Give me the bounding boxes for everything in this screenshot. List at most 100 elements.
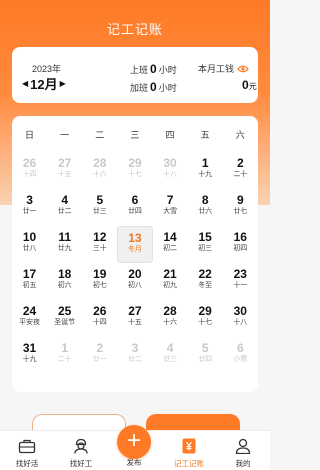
- lunar-label: 冬月: [127, 246, 142, 253]
- lunar-label: 十四: [22, 171, 37, 178]
- calendar-day[interactable]: 1 十九: [188, 152, 223, 189]
- calendar-day[interactable]: 24 平安夜: [12, 300, 47, 337]
- calendar-day[interactable]: 26 十四: [82, 300, 117, 337]
- calendar-day[interactable]: 18 初六: [47, 263, 82, 300]
- day-number: 12: [93, 230, 107, 244]
- calendar-grid: 26 十四 27 十五 28 十六 29 十七 30 十八 1 十九 2 二十 3 廿一 4 廿二 5 廿三 6 廿四 7 大…: [12, 152, 258, 374]
- tab-mine[interactable]: 我的: [216, 431, 270, 470]
- calendar-day[interactable]: 3 廿二: [117, 337, 152, 374]
- day-number: 25: [58, 304, 72, 318]
- calendar-day[interactable]: 16 初四: [223, 226, 258, 263]
- lunar-label: 初七: [92, 282, 107, 289]
- day-number: 6: [236, 341, 244, 355]
- day-number: 3: [26, 193, 33, 207]
- day-number: 23: [233, 267, 247, 281]
- calendar-day[interactable]: 27 十五: [47, 152, 82, 189]
- wage-label-row: 本月工钱: [198, 62, 249, 75]
- next-month-icon[interactable]: ▶: [60, 79, 66, 88]
- calendar-day[interactable]: 6 廿四: [117, 189, 152, 226]
- lunar-label: 十九: [198, 171, 213, 178]
- calendar-day[interactable]: 14 初二: [153, 226, 188, 263]
- calendar-day[interactable]: 2 廿一: [82, 337, 117, 374]
- weekday-label: 五: [200, 130, 210, 140]
- weekday-label: 一: [60, 130, 70, 140]
- calendar-day[interactable]: 25 圣诞节: [47, 300, 82, 337]
- lunar-label: 圣诞节: [54, 319, 76, 326]
- day-number: 16: [233, 230, 247, 244]
- day-number: 26: [93, 304, 107, 318]
- calendar-day[interactable]: 30 十八: [153, 152, 188, 189]
- month-selector[interactable]: ◀ 12月 ▶: [22, 74, 66, 93]
- day-number: 1: [201, 156, 209, 170]
- day-number: 4: [61, 193, 69, 207]
- calendar-day[interactable]: 28 十六: [153, 300, 188, 337]
- calendar-day[interactable]: 31 十九: [12, 337, 47, 374]
- lunar-label: 十五: [57, 171, 72, 178]
- calendar-day[interactable]: 10 廿八: [12, 226, 47, 263]
- calendar-day[interactable]: 22 冬至: [188, 263, 223, 300]
- calendar-day[interactable]: 8 廿六: [188, 189, 223, 226]
- calendar-week-row: 10 廿八 11 廿九 12 三十 13 冬月 14 初二 15 初三 16 初四: [12, 226, 258, 263]
- calendar-day[interactable]: 29 十七: [117, 152, 152, 189]
- calendar-day[interactable]: 28 十六: [82, 152, 117, 189]
- calendar-day[interactable]: 5 廿四: [188, 337, 223, 374]
- day-number: 3: [131, 341, 139, 355]
- calendar-day[interactable]: 4 廿三: [153, 337, 188, 374]
- calendar-day[interactable]: 29 十七: [188, 300, 223, 337]
- tab-find-worker-label: 找好工: [69, 459, 93, 468]
- calendar-day[interactable]: 12 三十: [82, 226, 117, 263]
- lunar-label: 二十: [233, 171, 248, 178]
- calendar-day[interactable]: 21 初九: [153, 263, 188, 300]
- lunar-label: 廿八: [22, 245, 37, 252]
- calendar-day[interactable]: 15 初三: [188, 226, 223, 263]
- lunar-label: 初三: [198, 245, 213, 252]
- lunar-label: 十六: [92, 171, 107, 178]
- publish-button[interactable]: +: [117, 425, 151, 459]
- lunar-label: 廿六: [198, 208, 213, 215]
- calendar-day[interactable]: 7 大雪: [153, 189, 188, 226]
- calendar-day[interactable]: 23 十一: [223, 263, 258, 300]
- overtime-hours-value: 0: [150, 80, 157, 94]
- weekday-label: 四: [165, 130, 175, 140]
- calendar-day[interactable]: 20 初八: [117, 263, 152, 300]
- day-number: 11: [58, 230, 72, 244]
- day-number: 24: [22, 304, 37, 318]
- calendar-day[interactable]: 17 初五: [12, 263, 47, 300]
- calendar-day[interactable]: 30 十八: [223, 300, 258, 337]
- lunar-label: 初九: [163, 282, 178, 289]
- calendar-day[interactable]: 5 廿三: [82, 189, 117, 226]
- calendar-day[interactable]: 4 廿二: [47, 189, 82, 226]
- day-number: 26: [22, 156, 37, 170]
- lunar-label: 十八: [163, 171, 178, 178]
- calendar-day[interactable]: 27 十五: [117, 300, 152, 337]
- calendar-day[interactable]: 26 十四: [12, 152, 47, 189]
- lunar-label: 初四: [233, 245, 248, 252]
- calendar-day[interactable]: 11 廿九: [47, 226, 82, 263]
- tab-find-work[interactable]: 找好活: [0, 431, 54, 470]
- calendar-day[interactable]: 6 小寒: [223, 337, 258, 374]
- plus-icon: +: [126, 427, 141, 454]
- wage-amount: 0: [242, 78, 249, 92]
- day-number: 4: [166, 341, 174, 355]
- lunar-label: 廿四: [198, 356, 213, 363]
- tab-find-work-label: 找好活: [15, 459, 39, 468]
- calendar-day[interactable]: 19 初七: [82, 263, 117, 300]
- eye-icon[interactable]: [237, 65, 249, 73]
- day-number: 10: [22, 230, 37, 244]
- day-number: 14: [163, 230, 177, 244]
- calendar-day[interactable]: 3 廿一: [12, 189, 47, 226]
- calendar-day[interactable]: 1 二十: [47, 337, 82, 374]
- lunar-label: 廿三: [163, 356, 178, 363]
- lunar-label: 廿二: [127, 356, 142, 363]
- lunar-label: 廿一: [22, 208, 37, 215]
- tab-work-ledger[interactable]: 记工记账: [162, 431, 216, 470]
- lunar-label: 二十: [57, 356, 72, 363]
- day-number: 1: [61, 341, 69, 355]
- tab-find-worker[interactable]: 找好工: [54, 431, 108, 470]
- calendar-day[interactable]: 9 廿七: [223, 189, 258, 226]
- month-summary-card: 2023年 ◀ 12月 ▶ 上班 0 小时 加班 0 小时 本月工钱 0元: [12, 47, 258, 103]
- calendar-day[interactable]: 2 二十: [223, 152, 258, 189]
- lunar-label: 十七: [198, 319, 213, 326]
- calendar-day-today[interactable]: 13 冬月: [117, 226, 153, 263]
- prev-month-icon[interactable]: ◀: [22, 79, 28, 88]
